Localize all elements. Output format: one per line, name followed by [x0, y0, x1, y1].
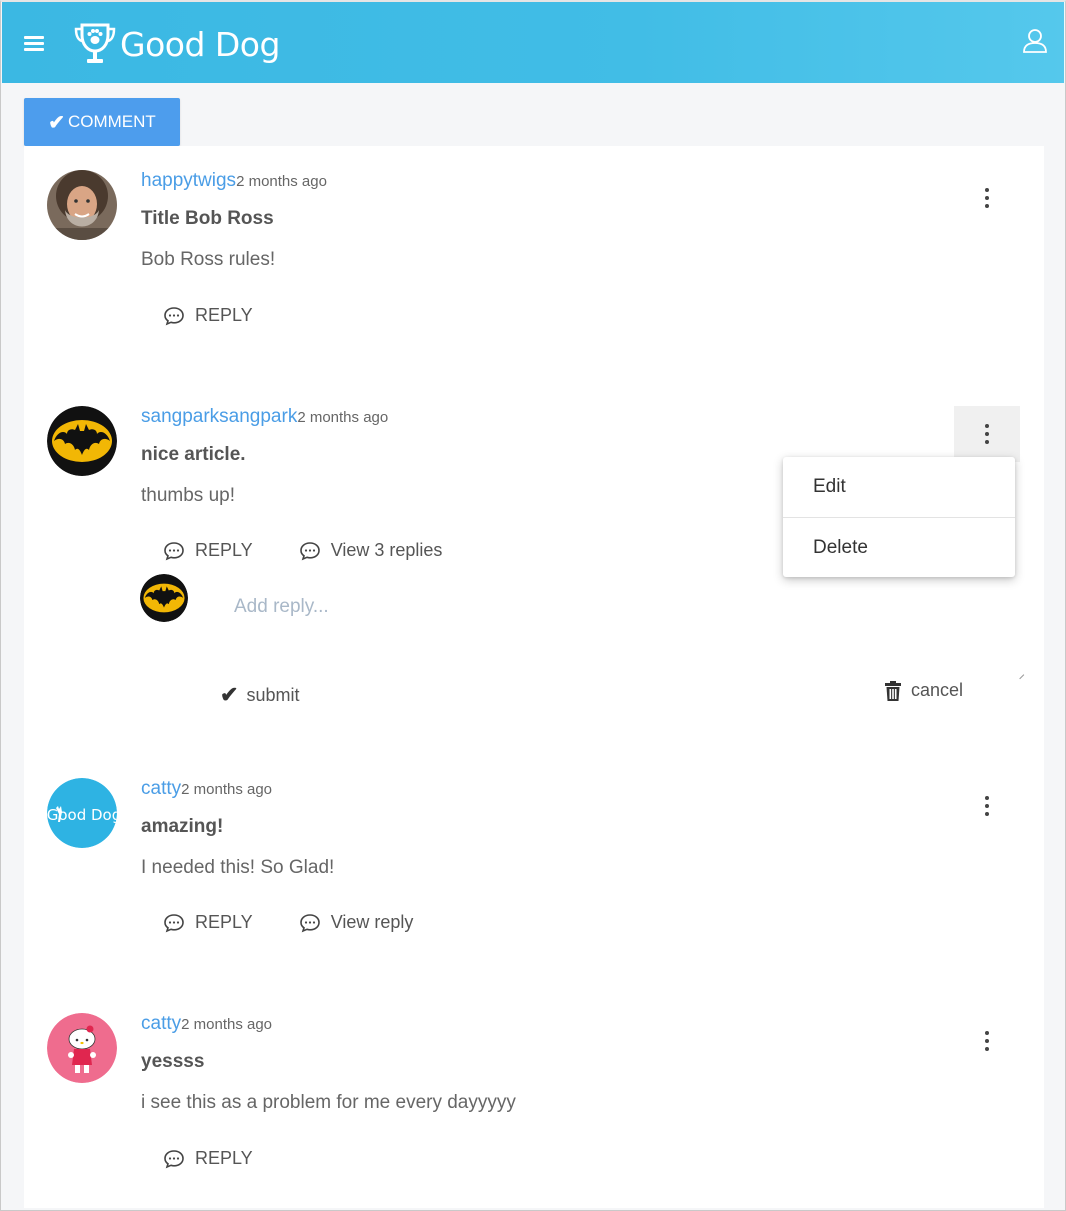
reply-label: REPLY — [195, 305, 253, 325]
reply-textarea[interactable] — [234, 596, 1020, 678]
submit-label: submit — [246, 684, 300, 705]
comment-title: yessss — [141, 1051, 205, 1072]
comment-time: 2 months ago — [297, 409, 389, 426]
chat-bubble-icon — [164, 541, 184, 560]
menu-item-delete[interactable]: Delete — [783, 517, 1015, 577]
more-options-icon[interactable] — [954, 778, 1020, 834]
avatar[interactable] — [47, 170, 117, 240]
comment-meta: sangparksangpark2 months ago — [141, 406, 388, 428]
comment-meta: catty2 months ago — [141, 1013, 272, 1035]
avatar[interactable] — [47, 1013, 117, 1083]
comment-title: nice article. — [141, 444, 246, 465]
user-profile-icon[interactable] — [1022, 28, 1048, 54]
comment-time: 2 months ago — [181, 781, 273, 798]
avatar[interactable]: Good Dog — [47, 778, 117, 848]
checkmark-icon: ✔ — [220, 682, 239, 707]
view-replies-label: View reply — [330, 912, 414, 932]
view-reply-button[interactable]: View reply — [299, 912, 414, 933]
comment-options-menu: Edit Delete — [783, 457, 1015, 577]
brand-name: Good Dog — [120, 24, 280, 64]
comment-username[interactable]: sangparksangpark — [141, 406, 297, 427]
comment-time: 2 months ago — [181, 1016, 273, 1033]
more-options-icon[interactable] — [954, 1013, 1020, 1069]
comment-actions: REPLY View 3 replies — [163, 540, 488, 561]
comment-button-label: COMMENT — [67, 112, 156, 131]
comment-button[interactable]: ✔ COMMENT — [24, 98, 180, 146]
view-replies-label: View 3 replies — [330, 540, 443, 560]
chat-bubble-icon — [299, 913, 320, 932]
comment-meta: catty2 months ago — [141, 778, 272, 800]
chat-bubble-icon — [164, 306, 184, 325]
more-options-icon[interactable] — [954, 170, 1020, 226]
comment-username[interactable]: catty — [141, 1013, 181, 1034]
comment-title: Title Bob Ross — [141, 208, 274, 229]
trash-icon — [885, 680, 901, 701]
brand-logo[interactable]: Good Dog — [72, 20, 280, 68]
reply-label: REPLY — [195, 540, 253, 560]
comment-meta: happytwigs2 months ago — [141, 170, 327, 192]
trophy-paw-icon — [74, 23, 116, 63]
comment-body: thumbs up! — [141, 485, 235, 506]
comment-body: I needed this! So Glad! — [141, 857, 335, 878]
comment-title: amazing! — [141, 816, 224, 837]
avatar[interactable] — [47, 406, 117, 476]
reply-button[interactable]: REPLY — [163, 1148, 253, 1169]
comment-username[interactable]: happytwigs — [141, 170, 236, 191]
comment-actions: REPLY View reply — [163, 912, 459, 933]
comment-actions: REPLY — [163, 1148, 299, 1169]
more-options-icon[interactable] — [954, 406, 1020, 462]
comment-username[interactable]: catty — [141, 778, 181, 799]
cancel-button[interactable]: cancel — [884, 680, 963, 701]
chat-bubble-icon — [164, 1149, 184, 1168]
reply-label: REPLY — [195, 912, 253, 932]
comment-body: Bob Ross rules! — [141, 249, 276, 270]
chat-bubble-icon — [164, 913, 184, 932]
hamburger-menu-icon[interactable] — [24, 36, 44, 54]
comment-actions: REPLY — [163, 305, 299, 326]
comment-time: 2 months ago — [236, 173, 327, 190]
cancel-label: cancel — [911, 680, 964, 700]
top-app-bar: Good Dog — [2, 2, 1064, 83]
comment-body: i see this as a problem for me every day… — [141, 1092, 516, 1113]
chat-bubble-icon — [299, 541, 320, 560]
reply-label: REPLY — [195, 1148, 253, 1168]
reply-button[interactable]: REPLY — [163, 912, 253, 933]
checkmark-icon: ✔ — [48, 111, 65, 134]
reply-button[interactable]: REPLY — [163, 305, 253, 326]
view-replies-button[interactable]: View 3 replies — [299, 540, 443, 561]
reply-avatar — [140, 574, 188, 622]
comments-card: happytwigs2 months ago Title Bob Ross Bo… — [24, 146, 1044, 1208]
submit-button[interactable]: ✔ submit — [220, 682, 299, 708]
menu-item-edit[interactable]: Edit — [783, 457, 1015, 517]
reply-button[interactable]: REPLY — [163, 540, 253, 561]
